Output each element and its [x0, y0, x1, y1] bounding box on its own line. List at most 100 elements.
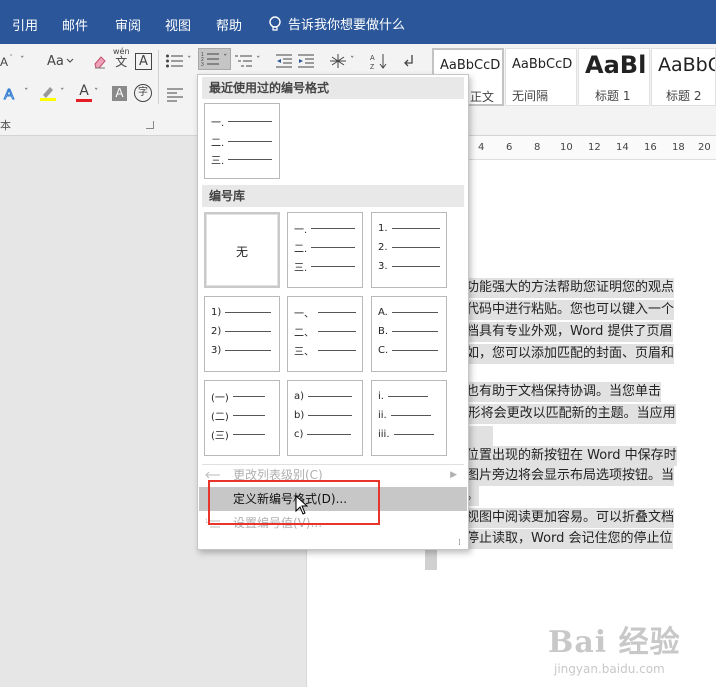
bullets-button[interactable]: ˇ — [165, 50, 192, 72]
decrease-font-icon: Aˇ — [0, 55, 13, 68]
library-format[interactable]: 一、 二、 三、 — [287, 296, 363, 372]
recent-number-format[interactable]: 一. 二. 三. — [204, 103, 280, 179]
placeholder-line — [307, 433, 352, 435]
number-marker: 1. — [378, 222, 388, 234]
numbering-row: 2. — [378, 240, 440, 254]
resize-grip-icon[interactable]: ⁞ — [458, 538, 461, 548]
change-case-button[interactable]: Aa — [47, 50, 74, 72]
library-format[interactable]: 一. 二. 三. — [287, 212, 363, 288]
library-format[interactable]: 1. 2. 3. — [371, 212, 447, 288]
tell-me-box[interactable]: 告诉我你想要做什么 — [268, 14, 405, 33]
highlight-color-button[interactable]: ˇ — [38, 82, 65, 104]
align-left-button[interactable] — [166, 84, 184, 106]
style-heading-1[interactable]: AaBl 标题 1 — [578, 48, 650, 106]
numbering-row: 二. — [211, 134, 273, 149]
ruler-tick: 14 — [616, 142, 629, 153]
library-format[interactable]: a) b) c) — [287, 380, 363, 456]
text-effects-button[interactable]: A ˇ — [2, 82, 29, 104]
numbering-row: 3) — [211, 343, 272, 357]
horizontal-ruler[interactable]: 4 6 8 10 12 14 16 18 20 — [430, 136, 716, 160]
recent-formats-header: 最近使用过的编号格式 — [202, 77, 464, 99]
tab-help[interactable]: 帮助 — [216, 15, 242, 34]
library-format-none[interactable]: 无 — [204, 212, 280, 288]
library-format[interactable]: 1) 2) 3) — [204, 296, 280, 372]
number-marker: ii. — [378, 409, 387, 421]
character-border-button[interactable]: A — [135, 50, 152, 72]
number-marker: (二) — [211, 411, 229, 423]
font-size-decrease-button[interactable]: Aˇ — [0, 50, 18, 72]
document-line[interactable]: 供了功能强大的方法帮助您证明您的观点 — [437, 278, 675, 298]
chinese-layout-button[interactable]: ˇ — [328, 50, 355, 72]
increase-indent-button[interactable] — [297, 50, 315, 72]
document-line[interactable]: 样式也有助于文档保持协调。当您单击 — [437, 382, 662, 402]
placeholder-line — [391, 265, 440, 267]
svg-text:A: A — [370, 55, 375, 62]
ruler-tick: 8 — [534, 142, 541, 153]
boxed-char: A — [135, 52, 152, 70]
numbering-dropdown: 最近使用过的编号格式 一. 二. 三. 编号库 无 一. 二. 三. 1. 2.… — [197, 74, 469, 550]
tab-view[interactable]: 视图 — [165, 15, 191, 34]
library-format[interactable]: A. B. C. — [371, 296, 447, 372]
document-line[interactable]: 需要位置出现的新按钮在 Word 中保存时 — [437, 446, 677, 466]
placeholder-line — [225, 330, 272, 332]
number-marker: 1) — [211, 306, 222, 318]
arrow-return-icon — [404, 55, 413, 67]
decrease-indent-button[interactable] — [275, 50, 293, 72]
placeholder-line — [391, 246, 440, 248]
font-dialog-launcher[interactable] — [146, 121, 154, 129]
document-line[interactable]: 片，图片旁边将会显示布局选项按钮。当 — [437, 466, 675, 486]
numbering-row: B. — [378, 324, 439, 338]
numbering-row: 三. — [294, 259, 356, 274]
library-format[interactable]: i. ii. iii. — [371, 380, 447, 456]
number-marker: i. — [378, 390, 384, 402]
placeholder-line — [225, 311, 272, 313]
numbering-row: 三、 — [294, 343, 356, 358]
numbering-button[interactable]: 123 ˇ — [198, 48, 231, 70]
tab-mailings[interactable]: 邮件 — [62, 15, 88, 34]
eraser-icon — [94, 56, 106, 69]
placeholder-line — [318, 330, 356, 332]
placeholder-line — [392, 349, 439, 351]
placeholder-line — [308, 414, 353, 416]
document-line[interactable]: ，例如，您可以添加匹配的封面、页眉和 — [437, 344, 675, 364]
font-group-label: 本 — [0, 119, 11, 132]
multilevel-list-icon — [235, 55, 252, 67]
tab-references[interactable]: 引用 — [12, 15, 38, 34]
library-format[interactable]: (一) (二) (三) — [204, 380, 280, 456]
document-line[interactable]: 的文档具有专业外观，Word 提供了页眉 — [437, 322, 673, 342]
svg-text:3: 3 — [201, 62, 204, 67]
tab-review[interactable]: 审阅 — [115, 15, 141, 34]
ruler-tick: 18 — [672, 142, 685, 153]
style-no-spacing[interactable]: AaBbCcD 无间隔 — [505, 48, 577, 106]
clear-formatting-button[interactable] — [92, 50, 108, 72]
number-marker: 一. — [211, 117, 225, 129]
numbering-row: 2) — [211, 324, 272, 338]
ruler-tick: 4 — [478, 142, 485, 153]
style-heading-2[interactable]: AaBbC 标题 2 — [651, 48, 716, 106]
number-marker: 一、 — [294, 308, 314, 320]
document-line[interactable]: 嵌入代码中进行粘贴。您也可以键入一个 — [437, 300, 675, 320]
chinese-layout-icon — [330, 54, 346, 68]
document-line[interactable]: 阅读视图中阅读更加容易。可以折叠文档 — [437, 508, 675, 528]
number-marker: B. — [378, 325, 389, 337]
character-shading-button[interactable]: A — [112, 82, 127, 104]
enclose-characters-button[interactable]: 字 — [134, 82, 152, 104]
ribbon-tab-bar: 引用 邮件 审阅 视图 帮助 告诉我你想要做什么 — [0, 0, 716, 44]
placeholder-line — [232, 433, 265, 435]
sort-button[interactable]: AZ — [370, 50, 388, 72]
chevron-down-icon — [66, 58, 74, 63]
multilevel-list-button[interactable]: ˇ — [234, 50, 261, 72]
clear-format-menu[interactable]: ˇ — [20, 50, 25, 72]
numbering-row: 一. — [294, 221, 356, 236]
document-line[interactable]: rt 图形将会更改以匹配新的主题。当应用 — [437, 404, 676, 424]
ruler-tick: 12 — [588, 142, 601, 153]
submenu-arrow-icon: ▶ — [450, 470, 457, 480]
increase-indent-icon — [298, 54, 314, 68]
none-label: 无 — [235, 245, 248, 259]
font-color-button[interactable]: A ˇ — [76, 82, 99, 104]
document-line[interactable]: 需要停止读取，Word 会记住您的停止位 — [437, 529, 673, 549]
number-marker: 三. — [211, 155, 225, 167]
phonetic-guide-button[interactable]: wén 文 — [113, 48, 130, 70]
svg-text:ˇ: ˇ — [10, 55, 13, 62]
show-hide-marks-button[interactable] — [402, 50, 416, 72]
